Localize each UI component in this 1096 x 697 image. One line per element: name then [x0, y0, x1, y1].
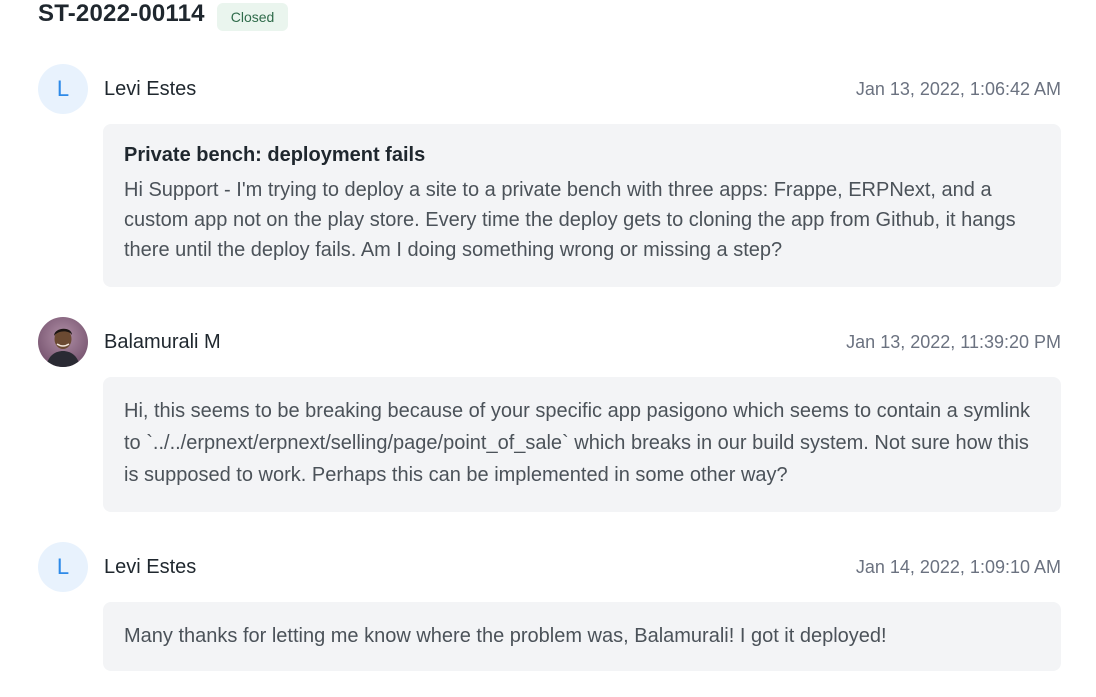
ticket-thread-page: ST-2022-00114 Closed L Levi Estes Jan 13…	[0, 0, 1096, 697]
avatar: L	[38, 64, 88, 114]
message-bubble: Many thanks for letting me know where th…	[103, 602, 1061, 671]
author-name: Balamurali M	[104, 330, 221, 353]
message-body: Many thanks for letting me know where th…	[124, 625, 887, 647]
user-photo-icon	[38, 317, 88, 367]
message-timestamp: Jan 14, 2022, 1:09:10 AM	[855, 556, 1061, 577]
message-item: L Levi Estes Jan 13, 2022, 1:06:42 AM Pr…	[38, 64, 1061, 287]
avatar	[38, 317, 88, 367]
ticket-id: ST-2022-00114	[38, 0, 205, 27]
ticket-header: ST-2022-00114 Closed	[38, 0, 289, 32]
message-bubble: Hi, this seems to be breaking because of…	[103, 377, 1061, 512]
message-bubble: Private bench: deployment fails Hi Suppo…	[103, 124, 1061, 287]
message-item: Balamurali M Jan 13, 2022, 11:39:20 PM H…	[38, 317, 1061, 512]
avatar: L	[38, 542, 88, 592]
author-name: Levi Estes	[104, 77, 197, 100]
message-item: L Levi Estes Jan 14, 2022, 1:09:10 AM Ma…	[38, 542, 1061, 671]
message-body: Hi, this seems to be breaking because of…	[124, 400, 1031, 486]
message-timestamp: Jan 13, 2022, 11:39:20 PM	[846, 331, 1061, 352]
message-body: Hi Support - I'm trying to deploy a site…	[124, 179, 1016, 261]
message-timestamp: Jan 13, 2022, 1:06:42 AM	[855, 78, 1061, 99]
author-name: Levi Estes	[104, 555, 197, 578]
message-subject: Private bench: deployment fails	[124, 144, 426, 166]
message-header: L Levi Estes Jan 14, 2022, 1:09:10 AM	[38, 542, 1061, 592]
message-header: Balamurali M Jan 13, 2022, 11:39:20 PM	[38, 317, 1061, 367]
message-header: L Levi Estes Jan 13, 2022, 1:06:42 AM	[38, 64, 1061, 114]
status-badge: Closed	[216, 3, 289, 31]
